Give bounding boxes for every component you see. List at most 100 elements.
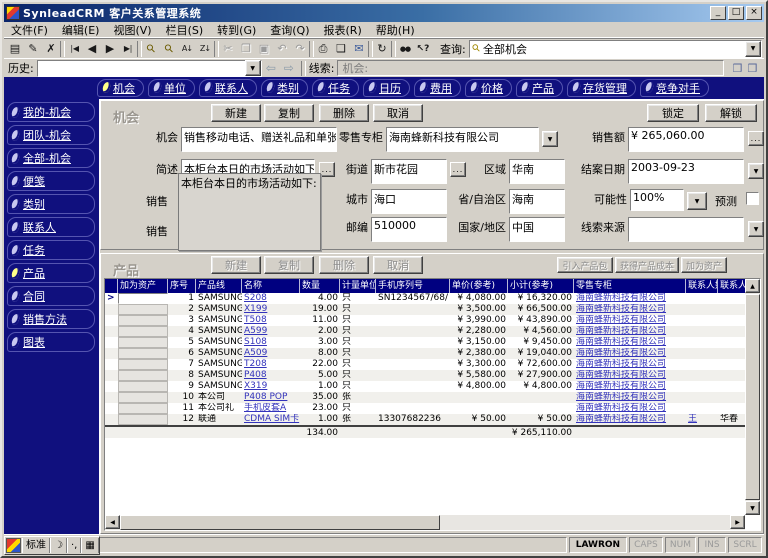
history-dropdown-button[interactable]: ▼ — [245, 60, 261, 76]
context-help-icon[interactable]: ↖? — [414, 40, 432, 57]
table-row[interactable]: 3 SAMSUNG T508 11.00 只 ¥ 3,990.00 ¥ 43,8… — [105, 315, 745, 326]
vertical-scrollbar[interactable]: ▲ ▼ — [745, 279, 760, 515]
sidebar-item-contracts[interactable]: 合同 — [7, 286, 95, 306]
tab-expense[interactable]: 费用 — [414, 79, 461, 97]
tab-company[interactable]: 单位 — [148, 79, 195, 97]
cell-retail-counter-link[interactable]: 海南蜂新科技有限公司 — [574, 304, 686, 315]
back-icon[interactable]: ⇦ — [262, 61, 280, 75]
cell-retail-counter-link[interactable]: 海南蜂新科技有限公司 — [574, 315, 686, 326]
sidebar-item-sales-method[interactable]: 销售方法 — [7, 309, 95, 329]
last-record-icon[interactable]: ▶∣ — [119, 40, 137, 57]
opportunity-name-input[interactable]: 销售移动电话、赠送礼品和单张 — [181, 127, 337, 152]
report-view-icon[interactable]: ❒ — [730, 62, 745, 75]
table-row[interactable]: 4 SAMSUNG A599 2.00 只 ¥ 2,280.00 ¥ 4,560… — [105, 326, 745, 337]
menu-columns[interactable]: 栏目(S) — [159, 21, 211, 39]
scroll-right-icon[interactable]: ▶ — [730, 515, 745, 529]
table-row[interactable]: 6 SAMSUNG A509 8.00 只 ¥ 2,380.00 ¥ 19,04… — [105, 348, 745, 359]
column-header[interactable]: 单价(参考) — [450, 279, 508, 293]
cell-product-name-link[interactable]: S108 — [242, 337, 300, 348]
asset-checkbox-cell[interactable] — [118, 337, 168, 348]
new-button[interactable]: 新建 — [211, 104, 261, 122]
retail-counter-input[interactable]: 海南蜂新科技有限公司 — [386, 127, 539, 152]
cell-contact-lastname-link[interactable] — [686, 315, 718, 326]
cell-product-name-link[interactable]: P408 — [242, 370, 300, 381]
cell-retail-counter-link[interactable]: 海南蜂新科技有限公司 — [574, 414, 686, 425]
product-cancel-button[interactable]: 取消 — [373, 256, 423, 274]
menu-query[interactable]: 查询(Q) — [263, 21, 316, 39]
cell-product-name-link[interactable]: X199 — [242, 304, 300, 315]
product-copy-button[interactable]: 复制 — [264, 256, 314, 274]
restore-button[interactable]: □ — [728, 6, 744, 20]
copy-button[interactable]: 复制 — [264, 104, 314, 122]
edit-record-icon[interactable]: ✎ — [24, 40, 42, 57]
horizontal-scroll-thumb[interactable] — [120, 515, 440, 530]
cell-contact-lastname-link[interactable] — [686, 370, 718, 381]
ime-halfwidth-icon[interactable]: ☽ — [50, 538, 67, 553]
close-date-input[interactable]: 2003-09-23 — [628, 159, 744, 184]
next-record-icon[interactable]: ▶ — [101, 40, 119, 57]
menu-goto[interactable]: 转到(G) — [210, 21, 263, 39]
column-header[interactable]: 数量 — [300, 279, 340, 293]
menu-edit[interactable]: 编辑(E) — [55, 21, 107, 39]
province-input[interactable]: 海南 — [509, 189, 565, 214]
sales-amount-ellipsis-button[interactable]: ... — [748, 131, 764, 146]
cell-product-name-link[interactable]: T208 — [242, 359, 300, 370]
sidebar-item-category[interactable]: 类别 — [7, 194, 95, 214]
first-record-icon[interactable]: ∣◀ — [65, 40, 83, 57]
cell-retail-counter-link[interactable]: 海南蜂新科技有限公司 — [574, 359, 686, 370]
lead-source-dropdown-button[interactable]: ▼ — [748, 221, 764, 237]
cell-contact-lastname-link[interactable]: 王 — [686, 414, 718, 425]
cell-retail-counter-link[interactable]: 海南蜂新科技有限公司 — [574, 392, 686, 403]
ime-bar[interactable]: 标准 ☽ ·, ▦ — [4, 536, 100, 555]
close-date-dropdown-button[interactable]: ▼ — [748, 163, 764, 179]
sidebar-item-charts[interactable]: 图表 — [7, 332, 95, 352]
asset-checkbox-cell[interactable] — [118, 326, 168, 337]
print-preview-icon[interactable]: ❑ — [332, 40, 350, 57]
sidebar-item-my-opportunities[interactable]: 我的-机会 — [7, 102, 95, 122]
get-product-cost-button[interactable]: 获得产品成本 — [615, 257, 679, 273]
region-input[interactable]: 华南 — [509, 159, 565, 184]
country-input[interactable]: 中国 — [509, 217, 565, 242]
cell-contact-lastname-link[interactable] — [686, 392, 718, 403]
asset-checkbox-cell[interactable] — [118, 370, 168, 381]
cell-product-name-link[interactable]: A509 — [242, 348, 300, 359]
menu-file[interactable]: 文件(F) — [4, 21, 55, 39]
cell-product-name-link[interactable]: S208 — [242, 293, 300, 304]
cell-contact-lastname-link[interactable] — [686, 359, 718, 370]
undo-icon[interactable]: ↶ — [273, 40, 291, 57]
mail-icon[interactable]: ✉ — [350, 40, 368, 57]
asset-checkbox-cell[interactable] — [118, 315, 168, 326]
forward-icon[interactable]: ⇨ — [280, 61, 298, 75]
table-row[interactable]: 12 联通 CDMA SIM卡 1.00 张 13307682236 ¥ 50.… — [105, 414, 745, 425]
close-button[interactable]: × — [746, 6, 762, 20]
tab-calendar[interactable]: 日历 — [363, 79, 410, 97]
city-input[interactable]: 海口 — [371, 189, 447, 214]
table-row[interactable]: 7 SAMSUNG T208 22.00 只 ¥ 3,300.00 ¥ 72,6… — [105, 359, 745, 370]
tab-contacts[interactable]: 联系人 — [199, 79, 257, 97]
table-row[interactable]: 10 本公司 P408 POP 35.00 张 海南蜂新科技有限公司 — [105, 392, 745, 403]
cell-retail-counter-link[interactable]: 海南蜂新科技有限公司 — [574, 370, 686, 381]
cell-product-name-link[interactable]: CDMA SIM卡 — [242, 414, 300, 425]
history-combo[interactable]: ▼ — [37, 60, 262, 77]
tab-competitors[interactable]: 竞争对手 — [640, 79, 709, 97]
ime-mode[interactable]: 标准 — [22, 538, 50, 553]
cancel-button[interactable]: 取消 — [373, 104, 423, 122]
redo-icon[interactable]: ↷ — [291, 40, 309, 57]
copy-icon[interactable]: ❐ — [237, 40, 255, 57]
retail-counter-dropdown-button[interactable]: ▼ — [542, 131, 558, 147]
sort-descending-icon[interactable]: Z↓ — [196, 40, 214, 57]
table-row[interactable]: 5 SAMSUNG S108 3.00 只 ¥ 3,150.00 ¥ 9,450… — [105, 337, 745, 348]
asset-checkbox-cell[interactable] — [118, 403, 168, 414]
cell-product-name-link[interactable]: A599 — [242, 326, 300, 337]
query-dropdown-button[interactable]: ▼ — [745, 41, 761, 57]
table-row[interactable]: 8 SAMSUNG P408 5.00 只 ¥ 5,580.00 ¥ 27,90… — [105, 370, 745, 381]
unlock-button[interactable]: 解锁 — [705, 104, 757, 122]
cell-retail-counter-link[interactable]: 海南蜂新科技有限公司 — [574, 381, 686, 392]
cell-contact-lastname-link[interactable] — [686, 337, 718, 348]
probability-input[interactable]: 100% — [630, 189, 684, 211]
column-header[interactable]: 序号 — [168, 279, 196, 293]
cell-contact-lastname-link[interactable] — [686, 304, 718, 315]
menu-report[interactable]: 报表(R) — [317, 21, 369, 39]
sidebar-item-all-opportunities[interactable]: 全部-机会 — [7, 148, 95, 168]
column-header[interactable]: 产品线 — [196, 279, 242, 293]
